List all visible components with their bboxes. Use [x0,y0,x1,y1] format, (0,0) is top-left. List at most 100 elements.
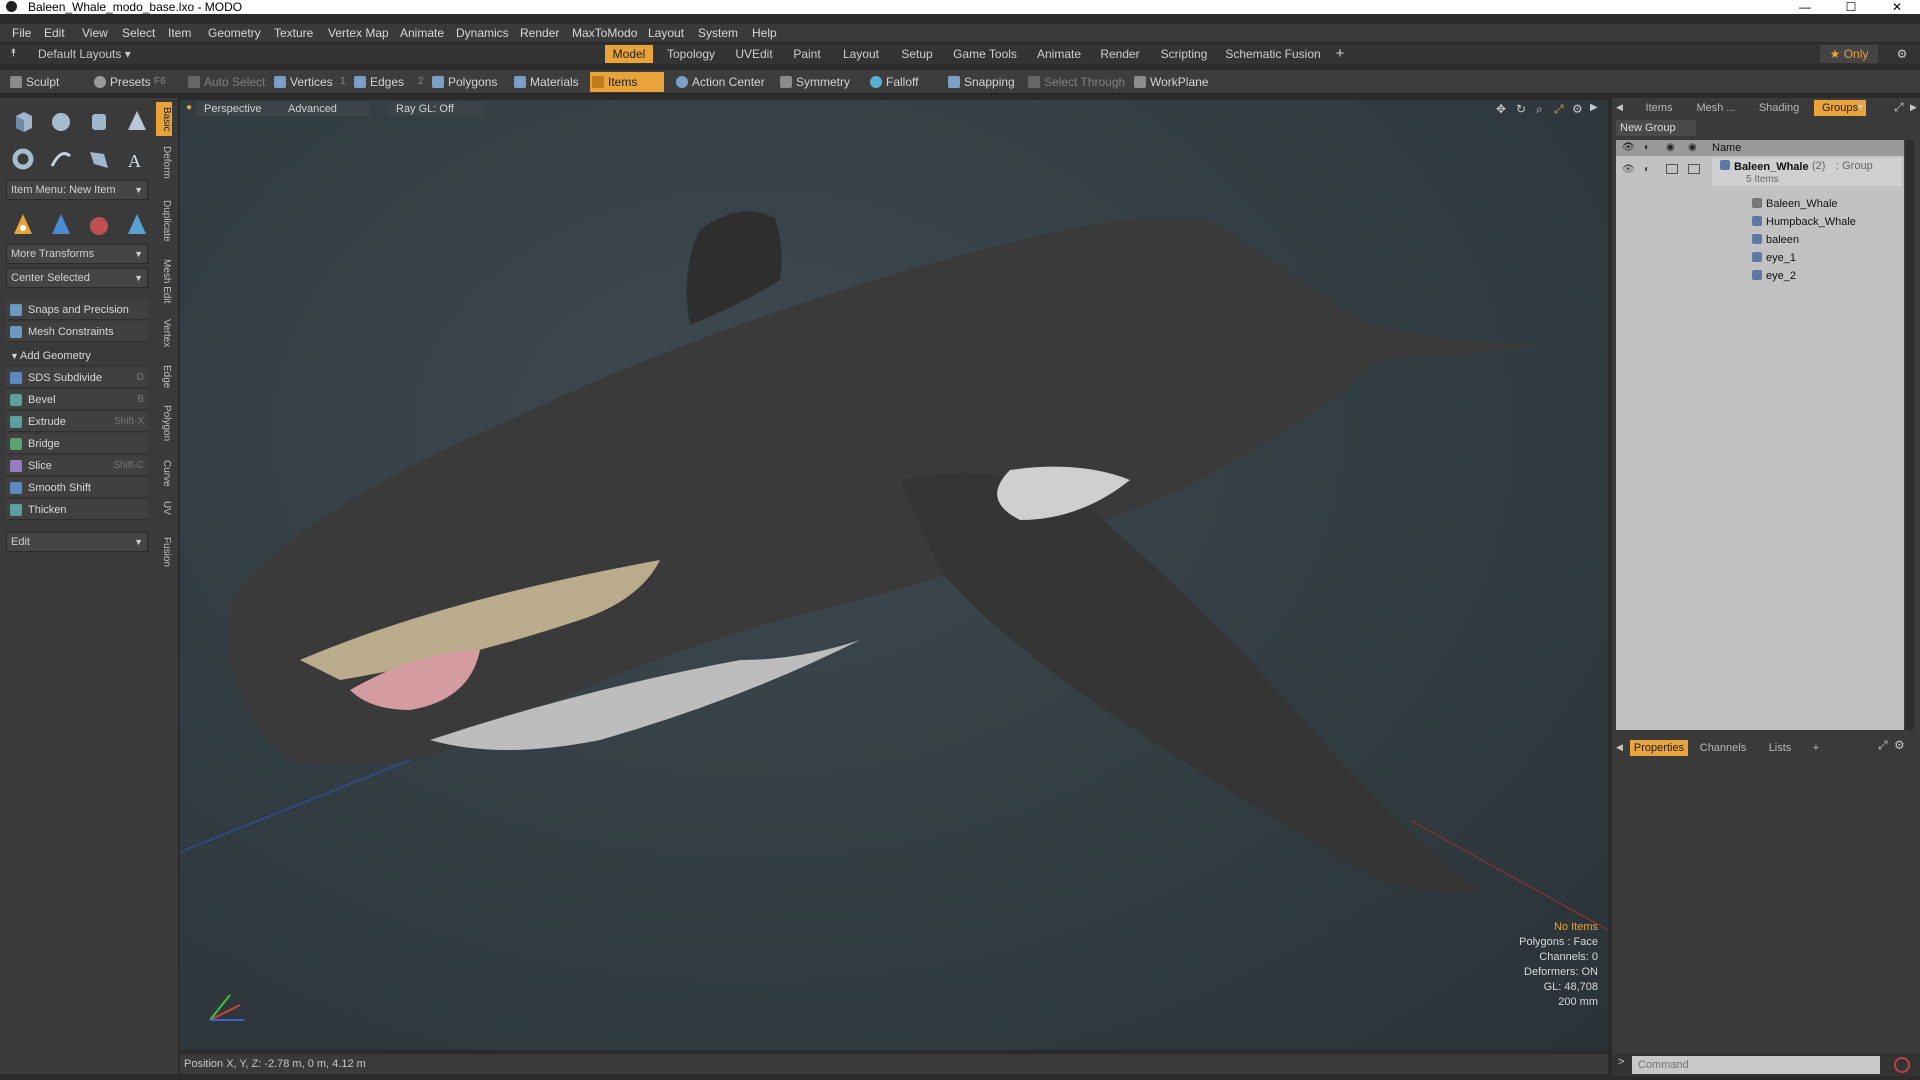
move-tool-icon[interactable] [8,210,38,240]
rotate-tool-icon[interactable] [46,210,76,240]
pen-tool-icon[interactable] [46,144,76,174]
menu-animate[interactable]: Animate [400,26,444,40]
menu-vertex-map[interactable]: Vertex Map [328,26,389,40]
default-layouts-dropdown[interactable]: Default Layouts ▾ [38,47,131,61]
panel-arrow-icon[interactable]: ◀ [1616,742,1623,753]
group-child-eye-2[interactable]: eye_2 [1752,268,1796,284]
menu-layout[interactable]: Layout [648,26,684,40]
vtab-curve[interactable]: Curve [156,456,172,490]
sphere-primitive-icon[interactable] [46,106,76,136]
falloff-button[interactable]: Falloff [868,72,918,92]
panel-menu-icon[interactable]: ▶ [1910,102,1917,113]
tab-channels[interactable]: Channels [1694,740,1752,756]
close-button[interactable]: ✕ [1874,0,1920,14]
add-geometry-header[interactable]: ▼ Add Geometry [6,346,148,366]
tab-animate[interactable]: Animate [1031,45,1087,63]
tab-setup[interactable]: Setup [895,45,939,63]
record-icon[interactable] [1894,1057,1910,1073]
menu-help[interactable]: Help [752,26,777,40]
panel-arrow-icon[interactable]: ◀ [1616,102,1623,113]
command-input[interactable] [1632,1056,1880,1074]
group-child-baleen[interactable]: baleen [1752,232,1799,248]
tab-render[interactable]: Render [1095,45,1145,63]
tab-items[interactable]: Items [1636,100,1682,116]
tab-lists[interactable]: Lists [1758,740,1802,756]
select-toggle[interactable] [1688,164,1700,174]
new-group-button[interactable]: New Group [1616,120,1696,136]
expand-panel-icon[interactable]: ⤢ [1878,738,1888,753]
workplane-button[interactable]: WorkPlane [1132,72,1208,92]
thicken-button[interactable]: Thicken [6,500,148,520]
menu-maxtomodo[interactable]: MaxToModo [572,26,637,40]
cone-primitive-icon[interactable] [122,106,152,136]
snapping-button[interactable]: Snapping [946,72,1015,92]
items-mode-button[interactable]: Items [590,72,664,92]
symmetry-button[interactable]: Symmetry [778,72,850,92]
expand-panel-icon[interactable]: ⤢ [1894,100,1904,115]
edit-dropdown[interactable]: Edit ▼ [6,532,148,552]
tab-scripting[interactable]: Scripting [1153,45,1215,63]
vtab-uv[interactable]: UV [156,498,172,518]
tab-properties[interactable]: Properties [1630,740,1688,756]
menu-texture[interactable]: Texture [274,26,313,40]
sds-subdivide-button[interactable]: SDS Subdivide D [6,368,148,388]
torus-primitive-icon[interactable] [8,144,38,174]
menu-file[interactable]: File [12,26,31,40]
vtab-vertex[interactable]: Vertex [156,314,172,352]
sculpt-button[interactable]: Sculpt [8,72,59,92]
lock-column-icon[interactable]: ◉ [1666,142,1675,153]
cylinder-primitive-icon[interactable] [84,106,114,136]
transform-tool-icon[interactable] [122,210,152,240]
materials-mode-button[interactable]: Materials [512,72,579,92]
add-layout-tab-button[interactable]: + [1331,45,1349,63]
gear-icon[interactable]: ⚙ [1894,738,1905,752]
presets-button[interactable]: Presets [92,72,151,92]
group-child-baleen-whale[interactable]: Baleen_Whale [1752,196,1838,212]
scale-tool-icon[interactable] [84,210,114,240]
group-child-humpback-whale[interactable]: Humpback_Whale [1752,214,1856,230]
vtab-polygon[interactable]: Polygon [156,400,172,446]
bevel-button[interactable]: Bevel B [6,390,148,410]
tab-mesh[interactable]: Mesh ... [1688,100,1744,116]
snaps-precision-button[interactable]: Snaps and Precision [6,300,148,320]
layout-collapse-icon[interactable]: ⯭ [10,47,17,60]
mesh-constraints-button[interactable]: Mesh Constraints [6,322,148,342]
vertices-mode-button[interactable]: Vertices [272,72,333,92]
tube-tool-icon[interactable] [84,144,114,174]
tab-schematic-fusion[interactable]: Schematic Fusion [1223,45,1323,63]
extrude-button[interactable]: Extrude Shift-X [6,412,148,432]
vtab-mesh-edit[interactable]: Mesh Edit [156,254,172,308]
select-through-button[interactable]: Select Through [1026,72,1125,92]
tab-game-tools[interactable]: Game Tools [947,45,1023,63]
cube-primitive-icon[interactable] [8,106,38,136]
text-tool-icon[interactable]: A [122,144,152,174]
tab-layout[interactable]: Layout [835,45,887,63]
tab-paint[interactable]: Paint [787,45,827,63]
groups-scrollbar[interactable] [1906,140,1914,730]
lock-toggle[interactable] [1666,164,1678,174]
vtab-fusion[interactable]: Fusion [156,532,172,572]
gear-icon[interactable]: ⚙ [1892,45,1912,63]
menu-edit[interactable]: Edit [44,26,65,40]
menu-dynamics[interactable]: Dynamics [456,26,509,40]
menu-system[interactable]: System [698,26,738,40]
visibility-toggle-icon[interactable]: 👁 [1622,164,1635,175]
menu-select[interactable]: Select [122,26,155,40]
3d-viewport[interactable]: ● Perspective Advanced Ray GL: Off ✥ ↻ ⌕… [180,100,1608,1050]
vtab-deform[interactable]: Deform [156,142,172,182]
select-column-icon[interactable]: ◉ [1688,142,1697,153]
menu-item[interactable]: Item [168,26,191,40]
more-transforms-dropdown[interactable]: More Transforms ▼ [6,244,148,264]
menu-geometry[interactable]: Geometry [208,26,261,40]
tabs-dropdown-icon[interactable]: ▼ [1856,102,1865,112]
tab-model[interactable]: Model [605,45,653,63]
group-child-eye-1[interactable]: eye_1 [1752,250,1796,266]
vtab-duplicate[interactable]: Duplicate [156,194,172,248]
add-tab-button[interactable]: + [1808,740,1824,756]
menu-render[interactable]: Render [520,26,559,40]
tab-uvedit[interactable]: UVEdit [729,45,779,63]
tab-topology[interactable]: Topology [661,45,721,63]
slice-button[interactable]: Slice Shift-C [6,456,148,476]
smooth-shift-button[interactable]: Smooth Shift [6,478,148,498]
maximize-button[interactable]: ☐ [1828,0,1874,14]
